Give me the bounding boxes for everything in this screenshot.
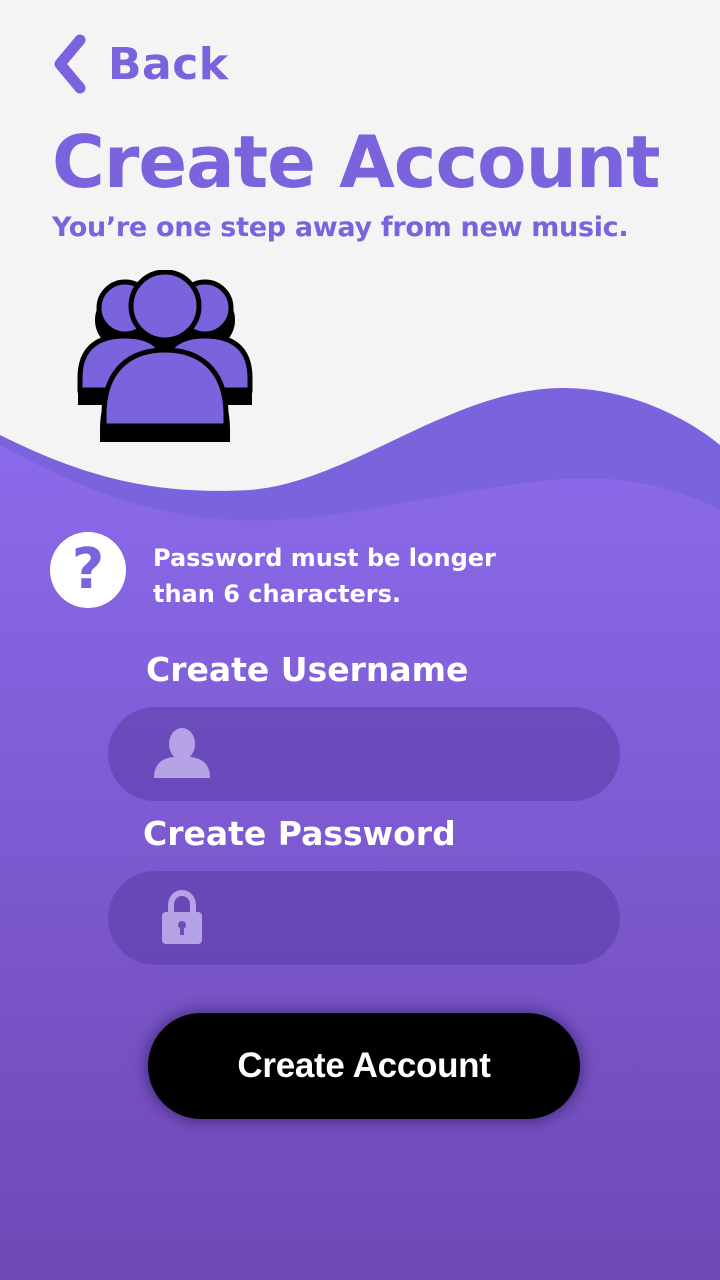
page-subtitle: You’re one step away from new music.: [52, 212, 629, 243]
user-icon: [152, 724, 212, 784]
create-account-button-label: Create Account: [237, 1046, 491, 1085]
username-field[interactable]: [108, 707, 620, 801]
lock-icon: [152, 888, 212, 948]
password-label: Create Password: [143, 814, 456, 853]
username-input[interactable]: [228, 723, 592, 785]
create-account-screen: Back Create Account You’re one step away…: [0, 0, 720, 1280]
back-button[interactable]: Back: [50, 34, 229, 94]
page-title: Create Account: [52, 120, 661, 204]
password-hint: Password must be longer than 6 character…: [153, 540, 533, 612]
create-account-button[interactable]: Create Account: [148, 1013, 580, 1119]
user-group-icon: [77, 270, 253, 442]
password-hint-line1: Password must be longer: [153, 544, 496, 572]
help-button[interactable]: ?: [50, 532, 126, 608]
password-input[interactable]: [228, 887, 592, 949]
username-label: Create Username: [146, 650, 469, 689]
password-field[interactable]: [108, 871, 620, 965]
question-mark-icon: ?: [71, 537, 105, 602]
password-hint-line2: than 6 characters.: [153, 580, 402, 608]
chevron-left-icon: [54, 34, 86, 94]
back-label: Back: [108, 38, 229, 90]
